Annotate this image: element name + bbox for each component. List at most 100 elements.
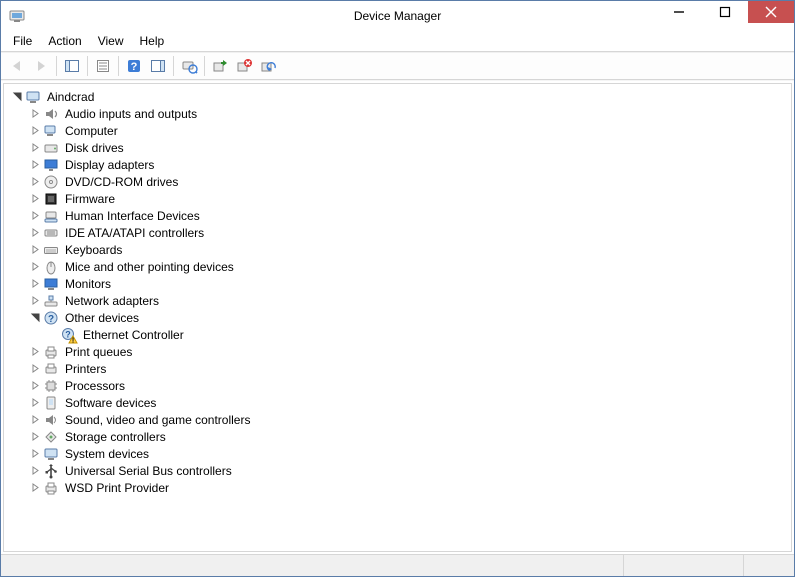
tree-node[interactable]: Monitors [10,275,789,292]
tree-node[interactable]: DVD/CD-ROM drives [10,173,789,190]
statusbar [1,554,794,576]
expand-icon[interactable] [28,447,42,461]
expand-icon[interactable] [28,226,42,240]
tree-node[interactable]: Disk drives [10,139,789,156]
mouse-icon [43,259,59,275]
uninstall-button[interactable] [232,54,256,78]
tree-node-label: Printers [63,362,108,376]
expand-icon[interactable] [28,158,42,172]
svg-text:?: ? [65,329,71,339]
tree-node[interactable]: WSD Print Provider [10,479,789,496]
tree-node[interactable]: Aindcrad [10,88,789,105]
tree-node[interactable]: Printers [10,360,789,377]
properties-button[interactable] [91,54,115,78]
tree-node[interactable]: ?! Ethernet Controller [10,326,789,343]
keyboard-icon [43,242,59,258]
expand-icon[interactable] [28,362,42,376]
tree-node[interactable]: Software devices [10,394,789,411]
tree-node-label: Monitors [63,277,113,291]
update-driver-button[interactable] [208,54,232,78]
toolbar-separator [87,56,88,76]
menubar: FileActionViewHelp [1,31,794,52]
tree-node[interactable]: Computer [10,122,789,139]
tree-node[interactable]: System devices [10,445,789,462]
properties-icon [95,58,111,74]
show-hide-tree-button[interactable] [60,54,84,78]
other-icon: ? [43,310,59,326]
expand-icon[interactable] [28,141,42,155]
tree-node-label: Ethernet Controller [81,328,186,342]
device-tree[interactable]: AindcradAudio inputs and outputs Computer… [3,83,792,552]
tree-node[interactable]: Processors [10,377,789,394]
computer-small-icon [43,123,59,139]
expand-icon[interactable] [28,481,42,495]
tree-node-label: DVD/CD-ROM drives [63,175,180,189]
close-button[interactable] [748,1,794,23]
tree-node[interactable]: Audio inputs and outputs [10,105,789,122]
app-icon [9,8,25,24]
tree-node-label: Sound, video and game controllers [63,413,252,427]
expand-icon[interactable] [28,413,42,427]
tree-node-label: Universal Serial Bus controllers [63,464,234,478]
tree-node[interactable]: Sound, video and game controllers [10,411,789,428]
printer-icon [43,361,59,377]
expand-icon[interactable] [28,209,42,223]
svg-text:?: ? [131,61,138,73]
help-icon: ? [126,58,142,74]
scan-hardware-button[interactable] [177,54,201,78]
expand-icon[interactable] [28,175,42,189]
toolbar-separator [204,56,205,76]
menu-file[interactable]: File [5,32,40,50]
tree-node[interactable]: Mice and other pointing devices [10,258,789,275]
expand-icon[interactable] [28,430,42,444]
tree-node[interactable]: Universal Serial Bus controllers [10,462,789,479]
cpu-icon [43,378,59,394]
expand-icon[interactable] [28,192,42,206]
expand-icon[interactable] [28,243,42,257]
menu-action[interactable]: Action [40,32,89,50]
expand-icon[interactable] [28,294,42,308]
collapse-icon[interactable] [10,90,24,104]
tree-node[interactable]: Human Interface Devices [10,207,789,224]
tree-node-label: Aindcrad [45,90,96,104]
status-pane-3 [744,555,794,576]
add-legacy-button[interactable] [256,54,280,78]
tree-node-label: Mice and other pointing devices [63,260,236,274]
tree-node-label: Computer [63,124,120,138]
collapse-icon[interactable] [28,311,42,325]
tree-node[interactable]: Firmware [10,190,789,207]
tree-node-label: Print queues [63,345,134,359]
disk-icon [43,140,59,156]
add-legacy-icon [260,58,276,74]
tree-node-label: Software devices [63,396,158,410]
titlebar: Device Manager [1,1,794,31]
expand-icon[interactable] [28,345,42,359]
uninstall-icon [236,58,252,74]
tree-node[interactable]: Print queues [10,343,789,360]
expand-icon[interactable] [28,379,42,393]
minimize-button[interactable] [656,1,702,23]
tree-node[interactable]: Network adapters [10,292,789,309]
tree-pane-icon [64,58,80,74]
toolbar-separator [118,56,119,76]
expand-icon[interactable] [28,260,42,274]
tree-node[interactable]: Display adapters [10,156,789,173]
expand-icon[interactable] [28,124,42,138]
action-button[interactable] [146,54,170,78]
tree-node-label: Disk drives [63,141,126,155]
menu-help[interactable]: Help [132,32,173,50]
tree-node[interactable]: Keyboards [10,241,789,258]
expand-icon[interactable] [28,277,42,291]
tree-node[interactable]: Storage controllers [10,428,789,445]
scan-icon [181,58,197,74]
help-button[interactable]: ? [122,54,146,78]
tree-node-label: Processors [63,379,127,393]
tree-node[interactable]: ?Other devices [10,309,789,326]
expand-icon[interactable] [28,396,42,410]
expand-icon[interactable] [28,107,42,121]
svg-text:!: ! [72,337,74,344]
expand-icon[interactable] [28,464,42,478]
menu-view[interactable]: View [90,32,132,50]
maximize-button[interactable] [702,1,748,23]
tree-node[interactable]: IDE ATA/ATAPI controllers [10,224,789,241]
